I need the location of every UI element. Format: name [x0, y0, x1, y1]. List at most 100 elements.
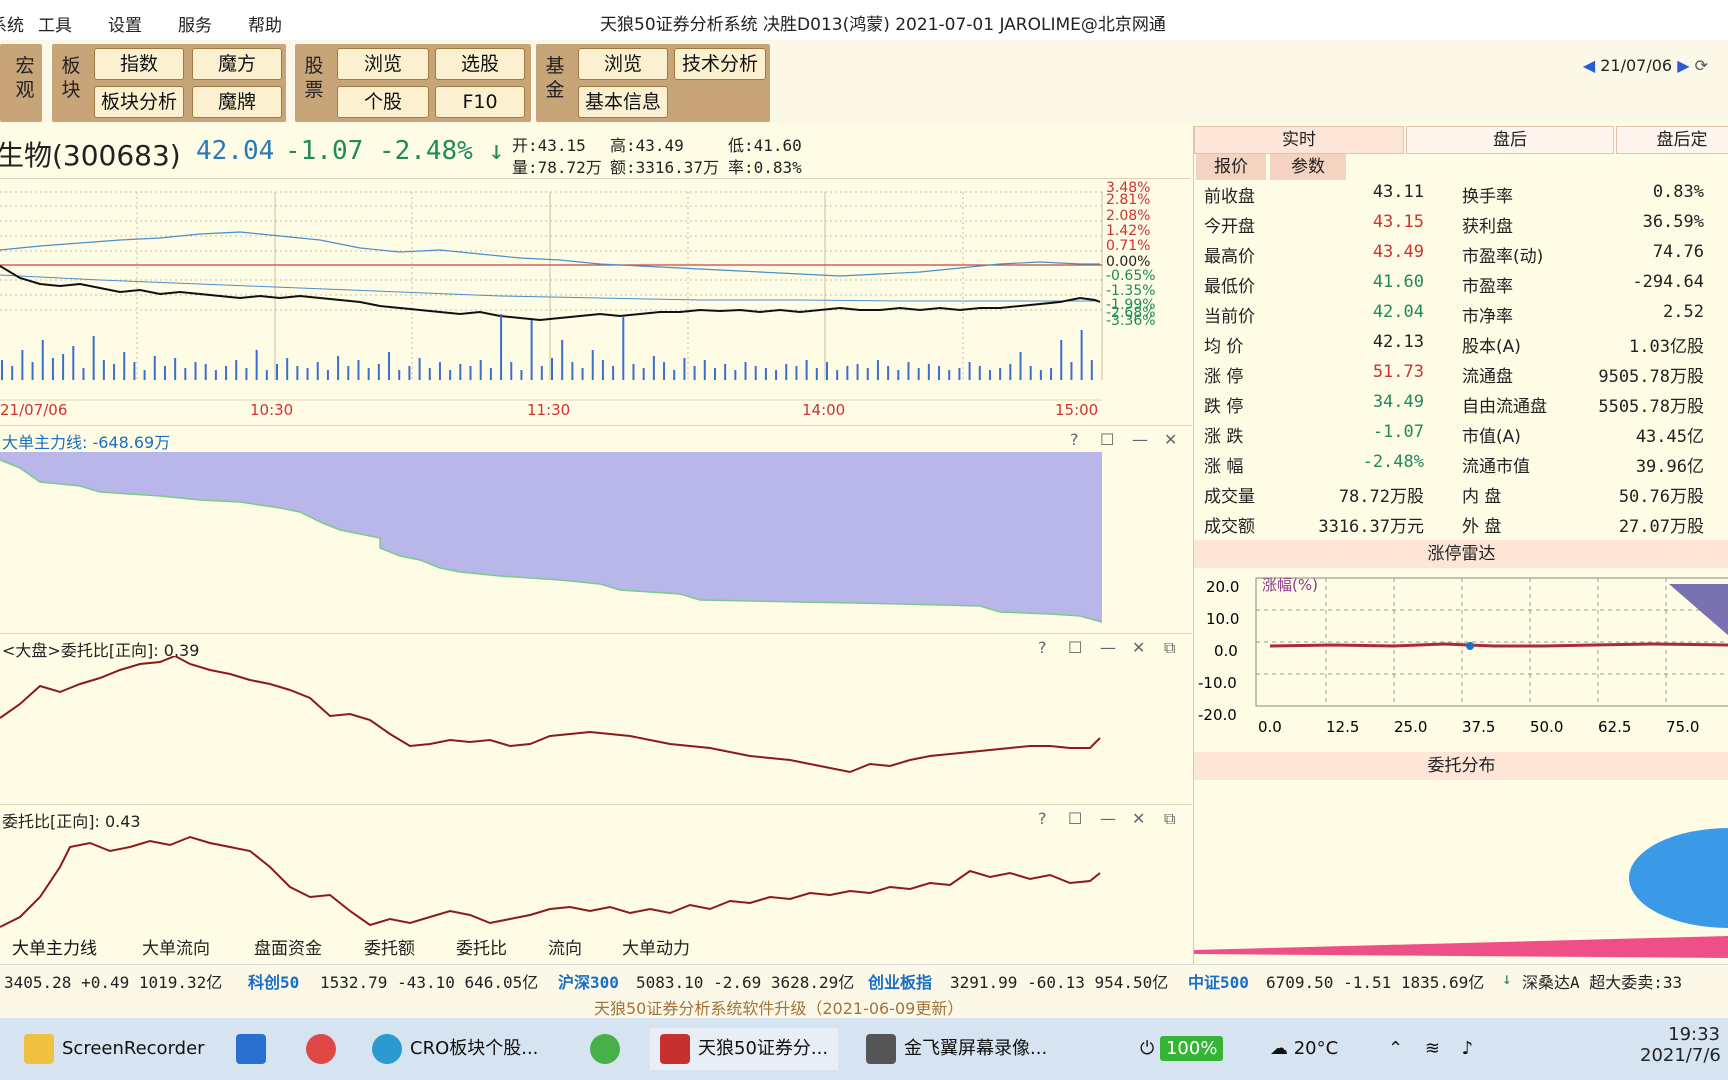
- quote-row: 今开盘 43.15 获利盘 36.59%: [1194, 212, 1728, 242]
- group-label-stock: 股票: [304, 55, 324, 101]
- quote-label: 自由流通盘: [1462, 397, 1547, 417]
- prev-date-icon[interactable]: ◀: [1583, 56, 1595, 75]
- menu-help[interactable]: 帮助: [248, 11, 282, 36]
- index-name-chinext[interactable]: 创业板指: [868, 969, 932, 993]
- tab-flow-direction[interactable]: 流向: [548, 937, 582, 962]
- entrust-ratio-panel: 委托比[正向]: 0.43 ? ☐ — ✕ ⧉: [0, 804, 1192, 937]
- taskbar-mail[interactable]: [236, 1028, 274, 1070]
- close-icon[interactable]: ✕: [1132, 809, 1145, 828]
- index-name-hs300[interactable]: 沪深300: [558, 969, 619, 993]
- tab-after-hours[interactable]: 盘后: [1406, 126, 1614, 154]
- index-name-star50[interactable]: 科创50: [248, 969, 299, 993]
- refresh-icon[interactable]: ⟳: [1695, 56, 1708, 75]
- scissors-icon: [306, 1034, 336, 1064]
- sector-analysis-button[interactable]: 板块分析: [94, 86, 184, 118]
- index-name-csi500[interactable]: 中证500: [1188, 969, 1249, 993]
- tab-big-order-momentum[interactable]: 大单动力: [622, 937, 690, 962]
- stock-browse-button[interactable]: 浏览: [337, 48, 429, 80]
- window-title: 天狼50证券分析系统 决胜D013(鸿蒙) 2021-07-01 JAROLIM…: [600, 15, 1166, 35]
- menu-tools[interactable]: 工具: [38, 11, 72, 36]
- fund-browse-button[interactable]: 浏览: [578, 48, 668, 80]
- main-force-chart[interactable]: [0, 452, 1102, 632]
- taskbar-snip[interactable]: [306, 1028, 344, 1070]
- radar-xtick-4: 50.0: [1530, 718, 1563, 736]
- weather-widget[interactable]: ☁ 20°C: [1270, 1028, 1338, 1070]
- quote-value: -294.64: [1632, 272, 1704, 292]
- quote-value: 51.73: [1372, 362, 1424, 382]
- help-icon[interactable]: ?: [1038, 638, 1047, 657]
- quote-label: 今开盘: [1204, 217, 1255, 237]
- turnover-stat: 率:0.83%: [728, 158, 802, 177]
- technical-analysis-button[interactable]: 技术分析: [674, 48, 766, 80]
- quote-label: 成交量: [1204, 487, 1255, 507]
- entrust-ratio-chart[interactable]: [0, 827, 1102, 935]
- system-tray[interactable]: ⌃ ≋ ♪: [1388, 1028, 1481, 1070]
- menu-system[interactable]: 系统: [0, 11, 24, 36]
- minimize-icon[interactable]: —: [1100, 809, 1116, 828]
- tab-after-hours-fixed[interactable]: 盘后定: [1616, 126, 1728, 154]
- limit-radar-chart[interactable]: 涨幅(%) 20.0 10.0 0.0 -10.0 -20.0 0.0 12.5…: [1194, 570, 1728, 740]
- clock[interactable]: 19:33 2021/7/6: [1640, 1024, 1721, 1066]
- help-icon[interactable]: ?: [1038, 809, 1047, 828]
- maximize-icon[interactable]: ☐: [1068, 809, 1082, 828]
- taskbar-tianlang[interactable]: 天狼50证券分...: [650, 1028, 839, 1070]
- quote-value: 43.45亿: [1635, 427, 1704, 447]
- magic-card-button[interactable]: 魔牌: [192, 86, 282, 118]
- taskbar-screenrecorder[interactable]: ScreenRecorder: [24, 1028, 205, 1070]
- market-entrust-chart[interactable]: [0, 656, 1102, 802]
- taskbar-recorder[interactable]: 金飞翼屏幕录像...: [866, 1028, 1047, 1070]
- upgrade-notice[interactable]: 天狼50证券分析系统软件升级（2021-06-09更新）: [594, 995, 963, 1019]
- quote-label: 换手率: [1462, 187, 1513, 207]
- intraday-chart[interactable]: 3.48% 2.81% 2.08% 1.42% 0.71% 0.00% -0.6…: [0, 180, 1192, 424]
- quote-row: 均 价 42.13 股本(A) 1.03亿股: [1194, 332, 1728, 362]
- main-force-panel: 大单主力线: -648.69万 ? ☐ — ✕: [0, 425, 1192, 633]
- quote-label: 最低价: [1204, 277, 1255, 297]
- tab-main-force-line[interactable]: 大单主力线: [12, 937, 97, 962]
- x-tick-2: 11:30: [527, 401, 570, 419]
- menu-service[interactable]: 服务: [178, 11, 212, 36]
- maximize-icon[interactable]: ☐: [1100, 430, 1114, 449]
- f10-button[interactable]: F10: [435, 86, 525, 118]
- stock-select-button[interactable]: 选股: [435, 48, 525, 80]
- menu-settings[interactable]: 设置: [108, 11, 142, 36]
- toolbar: 宏观 板块 指数 魔方 板块分析 魔牌 股票 浏览 选股 个股 F10 基金 浏…: [0, 40, 1728, 123]
- maximize-icon[interactable]: ☐: [1068, 638, 1082, 657]
- market-entrust-panel: <大盘>委托比[正向]: 0.39 ? ☐ — ✕ ⧉: [0, 633, 1192, 804]
- battery-indicator[interactable]: ⏻ 100%: [1140, 1028, 1224, 1070]
- tab-realtime[interactable]: 实时: [1194, 126, 1404, 154]
- tab-entrust-amount[interactable]: 委托额: [364, 937, 415, 962]
- quote-label: 跌 停: [1204, 397, 1244, 417]
- minimize-icon[interactable]: —: [1132, 430, 1148, 449]
- index-button[interactable]: 指数: [94, 48, 184, 80]
- current-date[interactable]: 21/07/06: [1600, 56, 1672, 75]
- taskbar-ie[interactable]: [590, 1028, 628, 1070]
- minimize-icon[interactable]: —: [1100, 638, 1116, 657]
- magic-cube-button[interactable]: 魔方: [192, 48, 282, 80]
- single-stock-button[interactable]: 个股: [337, 86, 429, 118]
- taskbar-browser-cro[interactable]: CRO板块个股...: [372, 1028, 538, 1070]
- wifi-icon: ≋: [1424, 1038, 1448, 1059]
- basic-info-button[interactable]: 基本信息: [578, 86, 668, 118]
- stock-change: -1.07 -2.48% ↓: [285, 136, 505, 166]
- tab-entrust-ratio[interactable]: 委托比: [456, 937, 507, 962]
- open-stat: 开:43.15: [512, 136, 586, 155]
- tab-big-order-flow[interactable]: 大单流向: [142, 937, 210, 962]
- help-icon[interactable]: ?: [1070, 430, 1079, 449]
- close-icon[interactable]: ✕: [1132, 638, 1145, 657]
- alert-ticker[interactable]: 深桑达A 超大委卖:33: [1522, 969, 1682, 993]
- quote-value: 39.96亿: [1635, 457, 1704, 477]
- tab-market-funds[interactable]: 盘面资金: [254, 937, 322, 962]
- entrust-distribution-chart[interactable]: [1194, 782, 1728, 964]
- group-label-macro[interactable]: 宏观: [14, 54, 36, 102]
- quote-row: 成交量 78.72万股 内 盘 50.76万股: [1194, 482, 1728, 512]
- tab-params[interactable]: 参数: [1270, 154, 1346, 180]
- next-date-icon[interactable]: ▶: [1677, 56, 1689, 75]
- mail-icon: [236, 1034, 266, 1064]
- tab-quote[interactable]: 报价: [1196, 154, 1266, 180]
- quote-value: -1.07: [1372, 422, 1424, 442]
- float-icon[interactable]: ⧉: [1164, 809, 1175, 829]
- float-icon[interactable]: ⧉: [1164, 638, 1175, 658]
- close-icon[interactable]: ✕: [1164, 430, 1177, 449]
- quote-value: 27.07万股: [1618, 517, 1704, 537]
- quote-row: 当前价 42.04 市净率 2.52: [1194, 302, 1728, 332]
